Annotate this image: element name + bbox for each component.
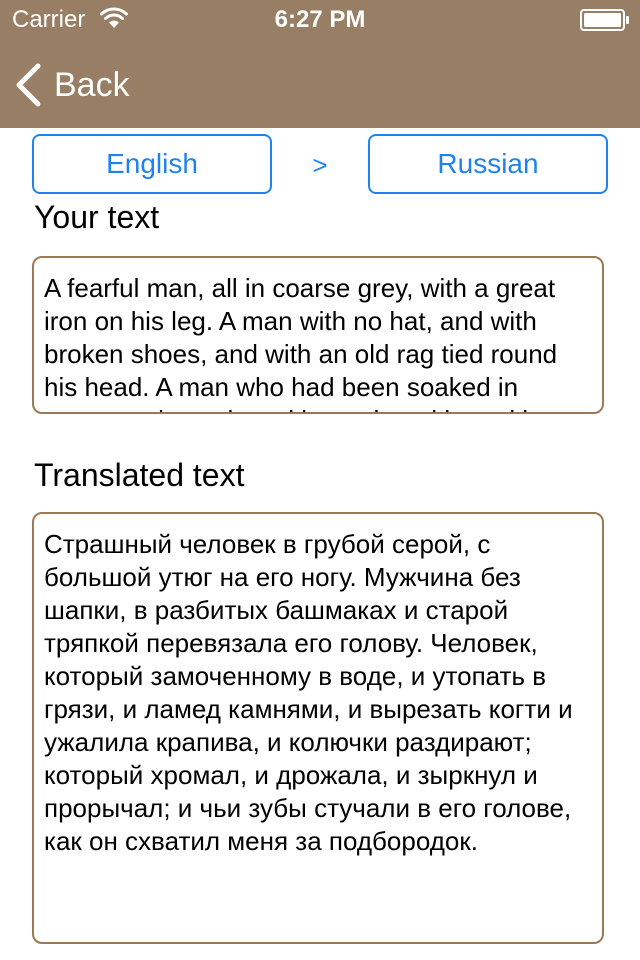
navigation-bar: Back: [0, 40, 640, 128]
translated-text-label: Translated text: [34, 457, 245, 493]
language-direction-separator: >: [312, 150, 328, 180]
source-text-input[interactable]: A fearful man, all in coarse grey, with …: [32, 256, 604, 414]
status-bar: Carrier 6:27 PM: [0, 0, 640, 40]
back-button[interactable]: Back: [14, 62, 130, 108]
translated-text-output[interactable]: Страшный человек в грубой серой, с больш…: [32, 512, 604, 944]
translator-screen: Carrier 6:27 PM Back English > Russian Y…: [0, 0, 640, 960]
battery-full-icon: [580, 9, 629, 31]
chevron-left-icon: [16, 63, 41, 107]
source-language-button[interactable]: English: [32, 134, 272, 194]
back-label: Back: [54, 66, 130, 104]
source-text-label: Your text: [34, 199, 160, 235]
target-language-button[interactable]: Russian: [368, 134, 608, 194]
clock: 6:27 PM: [274, 6, 366, 33]
